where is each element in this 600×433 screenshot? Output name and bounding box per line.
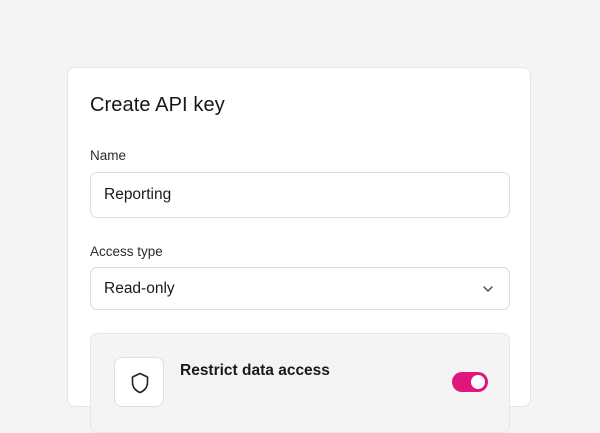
- restrict-data-access-toggle[interactable]: [452, 372, 488, 392]
- access-type-value: Read-only: [104, 280, 175, 297]
- restrict-data-access-title: Restrict data access: [180, 362, 330, 379]
- name-label: Name: [90, 148, 127, 163]
- restrict-data-access-panel: Restrict data access: [90, 333, 510, 433]
- access-type-label: Access type: [90, 244, 163, 259]
- toggle-knob: [471, 375, 485, 389]
- name-input[interactable]: [91, 173, 509, 217]
- dialog-title: Create API key: [90, 94, 225, 116]
- name-field-wrapper: [90, 172, 510, 218]
- access-type-select[interactable]: Read-only: [90, 267, 510, 310]
- chevron-down-icon: [481, 282, 495, 296]
- shield-icon-container: [114, 357, 164, 407]
- create-api-key-dialog: Create API key Name Access type Read-onl…: [67, 67, 531, 433]
